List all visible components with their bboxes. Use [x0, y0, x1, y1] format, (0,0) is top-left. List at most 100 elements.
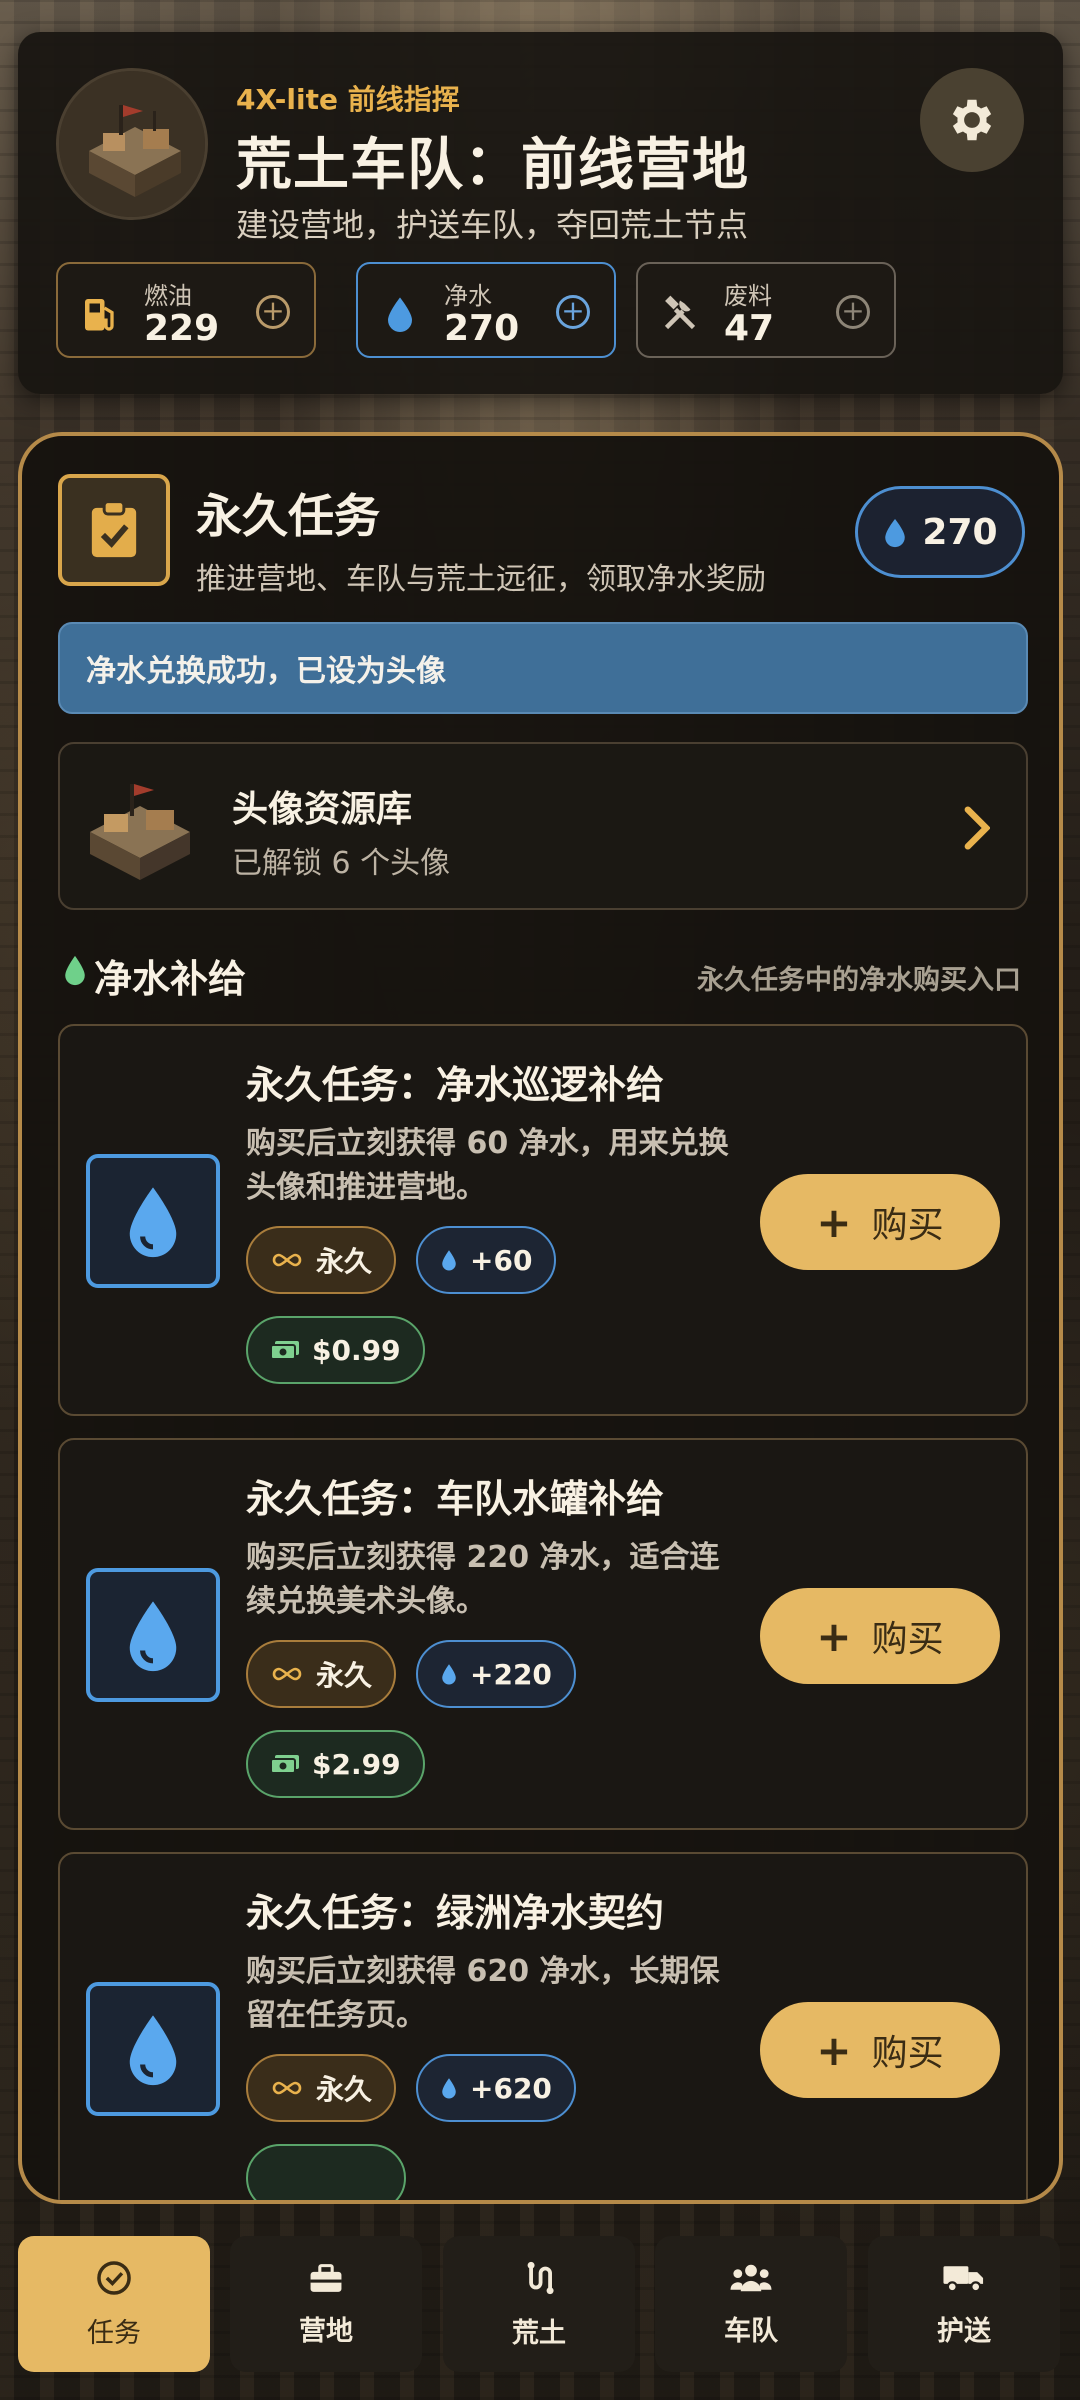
- camp-thumbnail-icon: [90, 784, 190, 880]
- cash-icon: [270, 1755, 299, 1774]
- water-balance-value: 270: [922, 511, 998, 553]
- permanent-tag: 永久: [246, 2054, 397, 2122]
- panel-title: 永久任务: [196, 489, 380, 543]
- water-drop-icon: [442, 1664, 456, 1685]
- tab-quests[interactable]: 任务: [18, 2236, 210, 2372]
- price-tag: $0.99: [246, 1316, 425, 1384]
- header-card: 4X-lite 前线指挥 荒土车队：前线营地 建设营地，护送车队，夺回荒土节点 …: [18, 32, 1063, 394]
- player-avatar[interactable]: [56, 68, 208, 220]
- tab-label: 护送: [937, 2315, 991, 2347]
- resource-label: 废料: [724, 282, 772, 310]
- resource-fuel[interactable]: 燃油 229 +: [56, 262, 316, 358]
- chevron-right-icon: [964, 806, 990, 850]
- settings-button[interactable]: [920, 68, 1024, 172]
- add-fuel-button[interactable]: +: [256, 295, 290, 329]
- check-circle-icon: [97, 2260, 131, 2295]
- water-drop-icon: [885, 519, 906, 548]
- buy-button-label: 购买: [871, 1205, 944, 1246]
- water-drop-icon: [129, 2015, 177, 2086]
- water-gain-label: +620: [470, 2071, 552, 2105]
- price-tag: [246, 2144, 406, 2200]
- tab-camp[interactable]: 营地: [230, 2236, 422, 2372]
- offer-title: 永久任务：绿洲净水契约: [246, 1891, 665, 1935]
- cash-icon: [270, 1341, 299, 1360]
- plus-icon: +: [816, 1611, 852, 1661]
- infinity-icon: [272, 1667, 302, 1681]
- clipboard-check-icon: [91, 500, 137, 558]
- permanent-tag: 永久: [246, 1640, 397, 1708]
- buy-button[interactable]: + 购买: [760, 1588, 1000, 1684]
- tab-escort[interactable]: 护送: [868, 2236, 1060, 2372]
- section-title: 净水补给: [94, 957, 247, 1001]
- section-hint: 永久任务中的净水购买入口: [697, 965, 1021, 996]
- buy-button[interactable]: + 购买: [760, 1174, 1000, 1270]
- water-balance-badge: 270: [855, 486, 1025, 578]
- offer-description: 购买后立刻获得 220 净水，适合连续兑换美术头像。: [246, 1540, 720, 1619]
- users-icon: [730, 2264, 772, 2291]
- offer-icon: [86, 1982, 220, 2116]
- buy-button-label: 购买: [871, 1619, 944, 1660]
- page-title: 荒土车队：前线营地: [236, 133, 749, 198]
- camp-avatar-icon: [59, 71, 205, 217]
- offer-card: 永久任务：绿洲净水契约 购买后立刻获得 620 净水，长期保留在任务页。 永久 …: [58, 1852, 1028, 2200]
- permanent-tag: 永久: [246, 1226, 397, 1294]
- quest-panel: 永久任务 推进营地、车队与荒土远征，领取净水奖励 270 净水兑换成功，已设为头…: [18, 432, 1063, 2204]
- water-drop-icon: [65, 955, 85, 986]
- tab-wasteland[interactable]: 荒土: [443, 2236, 635, 2372]
- header-eyebrow: 4X-lite 前线指挥: [236, 83, 460, 116]
- buy-button[interactable]: + 购买: [760, 2002, 1000, 2098]
- permanent-tag-label: 永久: [316, 1245, 373, 1278]
- price-label: $2.99: [312, 1747, 401, 1781]
- buy-button-label: 购买: [871, 2033, 944, 2074]
- permanent-tag-label: 永久: [316, 1659, 373, 1692]
- water-gain-tag: +620: [416, 2054, 576, 2122]
- offer-title: 永久任务：净水巡逻补给: [246, 1063, 665, 1107]
- infinity-icon: [272, 2081, 302, 2095]
- resource-scrap[interactable]: 废料 47 +: [636, 262, 896, 358]
- tab-label: 荒土: [512, 2317, 566, 2349]
- water-gain-label: +220: [470, 1657, 552, 1691]
- library-subtitle: 已解锁 6 个头像: [232, 846, 451, 881]
- offer-description: 购买后立刻获得 620 净水，长期保留在任务页。: [246, 1954, 720, 2033]
- infinity-icon: [272, 1253, 302, 1267]
- add-scrap-button[interactable]: +: [836, 295, 870, 329]
- success-toast: 净水兑换成功，已设为头像: [58, 622, 1028, 714]
- resource-value: 270: [444, 308, 520, 349]
- resource-label: 燃油: [144, 282, 192, 310]
- offer-icon: [86, 1154, 220, 1288]
- tab-label: 车队: [724, 2315, 778, 2347]
- gear-icon: [952, 99, 992, 141]
- permanent-tag-label: 永久: [316, 2073, 373, 2106]
- price-tag: $2.99: [246, 1730, 425, 1798]
- quest-clipboard-badge: [58, 474, 170, 586]
- tab-label: 营地: [299, 2315, 353, 2347]
- fuel-icon: [85, 299, 114, 331]
- water-gain-label: +60: [470, 1243, 533, 1277]
- plus-icon: +: [816, 2025, 852, 2075]
- water-drop-icon: [442, 1250, 456, 1271]
- add-water-button[interactable]: +: [556, 295, 590, 329]
- page-subtitle: 建设营地，护送车队，夺回荒土节点: [236, 206, 749, 244]
- tab-label: 任务: [87, 2317, 141, 2349]
- resource-value: 47: [724, 308, 775, 349]
- toolbox-icon: [310, 2263, 342, 2292]
- library-title: 头像资源库: [232, 789, 413, 830]
- resource-water[interactable]: 净水 270 +: [356, 262, 616, 358]
- water-gain-tag: +220: [416, 1640, 576, 1708]
- tools-icon: [664, 295, 696, 330]
- water-drop-icon: [129, 1601, 177, 1672]
- offer-icon: [86, 1568, 220, 1702]
- resource-value: 229: [144, 308, 220, 349]
- avatar-library-row[interactable]: 头像资源库 已解锁 6 个头像: [58, 742, 1028, 910]
- offer-description: 购买后立刻获得 60 净水，用来兑换头像和推进营地。: [246, 1126, 729, 1205]
- offer-title: 永久任务：车队水罐补给: [246, 1477, 665, 1521]
- plus-icon: +: [816, 1197, 852, 1247]
- panel-subtitle: 推进营地、车队与荒土远征，领取净水奖励: [196, 562, 766, 597]
- offer-card: 永久任务：净水巡逻补给 购买后立刻获得 60 净水，用来兑换头像和推进营地。 永…: [58, 1024, 1028, 1416]
- route-icon: [527, 2261, 554, 2294]
- water-drop-icon: [442, 2078, 456, 2099]
- water-drop-icon: [388, 297, 412, 332]
- tab-convoy[interactable]: 车队: [655, 2236, 847, 2372]
- price-label: $0.99: [312, 1333, 401, 1367]
- truck-icon: [943, 2265, 984, 2292]
